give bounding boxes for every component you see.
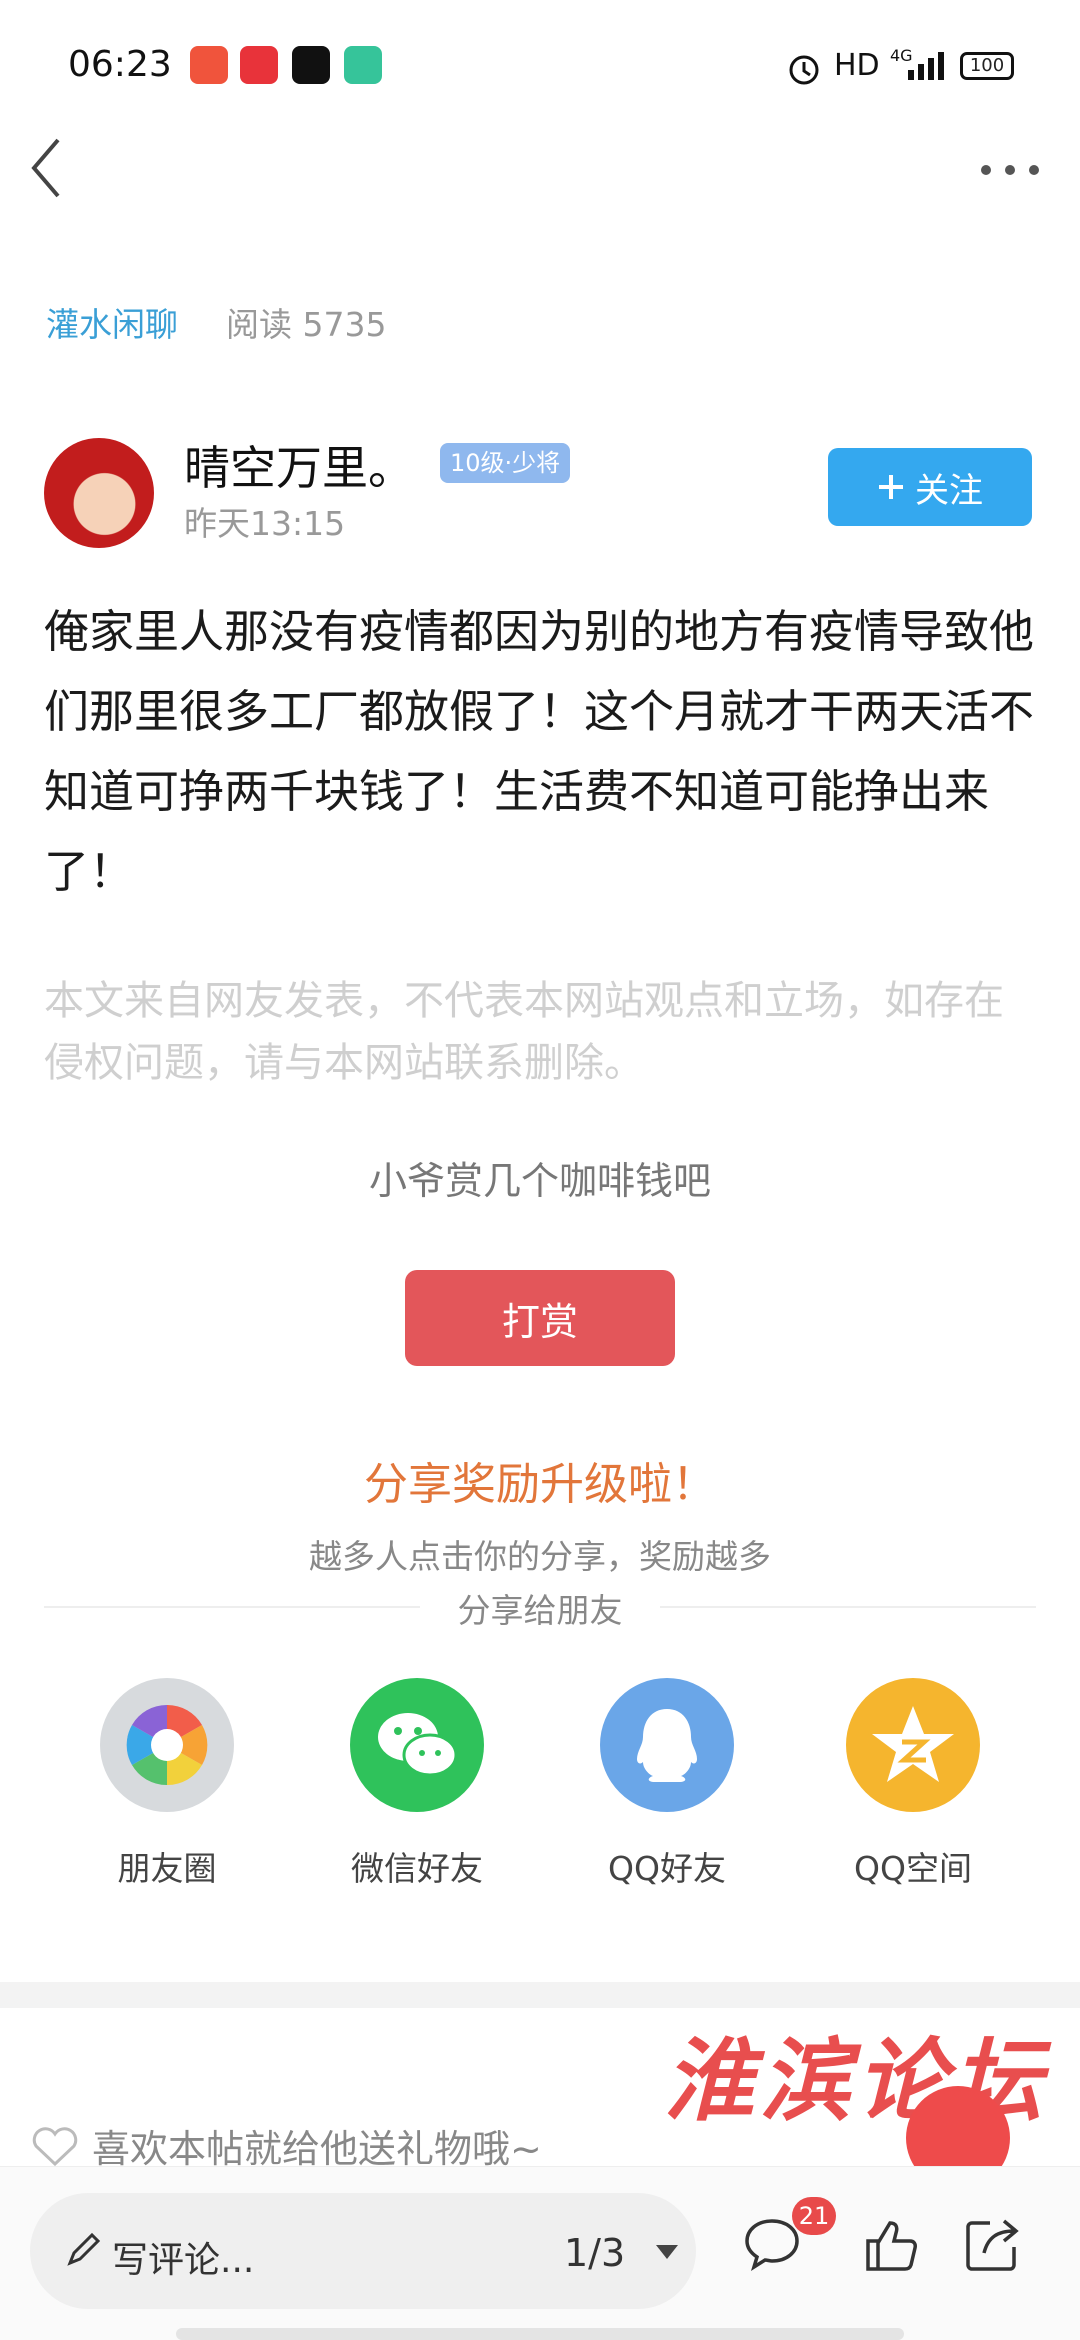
comment-placeholder: 写评论... bbox=[112, 2240, 255, 2281]
follow-button[interactable]: 关注 bbox=[828, 448, 1032, 526]
page-indicator[interactable]: 1/3 bbox=[564, 2231, 625, 2275]
signal-icon bbox=[908, 52, 944, 80]
share-subtitle: 越多人点击你的分享，奖励越多 bbox=[309, 1537, 771, 1576]
moments-icon bbox=[100, 1678, 234, 1812]
app-icon-toutiao bbox=[240, 46, 278, 84]
share-qq[interactable]: QQ好友 bbox=[582, 1678, 752, 1890]
avatar[interactable] bbox=[44, 438, 154, 548]
wechat-icon bbox=[350, 1678, 484, 1812]
comment-count-badge: 21 bbox=[792, 2197, 836, 2235]
app-icon-douyin bbox=[292, 46, 330, 84]
thumbs-up-icon[interactable] bbox=[864, 2219, 920, 2273]
chevron-left-icon[interactable] bbox=[28, 130, 88, 206]
gift-hint: 喜欢本帖就给他送礼物哦~ bbox=[32, 2118, 542, 2173]
plus-icon bbox=[879, 475, 903, 499]
share-label: 朋友圈 bbox=[117, 1849, 217, 1888]
caret-down-icon[interactable] bbox=[654, 2243, 680, 2261]
qq-icon bbox=[600, 1678, 734, 1812]
post-time: 昨天13:15 bbox=[184, 504, 346, 543]
post-body: 俺家里人那没有疫情都因为别的地方有疫情导致他们那里很多工厂都放假了！这个月就才干… bbox=[44, 605, 1035, 898]
more-dots-icon[interactable] bbox=[976, 150, 1046, 190]
reward-hint: 小爷赏几个咖啡钱吧 bbox=[368, 1159, 711, 1203]
share-icon[interactable] bbox=[964, 2217, 1020, 2273]
qzone-icon bbox=[846, 1678, 980, 1812]
battery-level: 100 bbox=[969, 55, 1005, 76]
status-time: 06:23 bbox=[68, 44, 172, 85]
share-label: 微信好友 bbox=[351, 1849, 483, 1888]
gift-hint-text: 喜欢本帖就给他送礼物哦~ bbox=[92, 2127, 542, 2171]
network-label: HD bbox=[834, 48, 880, 83]
app-icon-video bbox=[190, 46, 228, 84]
section-divider bbox=[0, 1982, 1080, 2008]
share-friends-label: 分享给朋友 bbox=[420, 1584, 660, 1632]
share-moments[interactable]: 朋友圈 bbox=[82, 1678, 252, 1890]
disclaimer-text: 本文来自网友发表，不代表本网站观点和立场，如存在侵权问题，请与本网站联系删除。 bbox=[44, 978, 1004, 1086]
reward-button[interactable]: 打赏 bbox=[405, 1270, 675, 1366]
share-label: QQ好友 bbox=[608, 1849, 726, 1888]
heart-icon bbox=[32, 2126, 78, 2166]
share-label: QQ空间 bbox=[854, 1849, 972, 1888]
pen-icon bbox=[67, 2232, 101, 2266]
read-count: 阅读 5735 bbox=[226, 305, 387, 344]
category-link[interactable]: 灌水闲聊 bbox=[46, 298, 178, 346]
share-wechat[interactable]: 微信好友 bbox=[332, 1678, 502, 1890]
share-title: 分享奖励升级啦！ bbox=[364, 1459, 716, 1510]
comment-input[interactable]: 写评论... 1/3 bbox=[30, 2193, 696, 2309]
home-indicator bbox=[176, 2328, 904, 2340]
alarm-icon bbox=[789, 55, 819, 85]
level-badge: 10级·少将 bbox=[440, 443, 571, 483]
status-bar: 06:23 HD 4G 100 bbox=[0, 0, 1080, 130]
follow-label: 关注 bbox=[915, 470, 983, 511]
app-icon-chat bbox=[344, 46, 382, 84]
battery-icon: 100 bbox=[960, 52, 1014, 80]
share-qzone[interactable]: QQ空间 bbox=[828, 1678, 998, 1890]
bottom-bar: 写评论... 1/3 21 bbox=[0, 2166, 1080, 2340]
author-name[interactable]: 晴空万里。 bbox=[184, 432, 414, 498]
